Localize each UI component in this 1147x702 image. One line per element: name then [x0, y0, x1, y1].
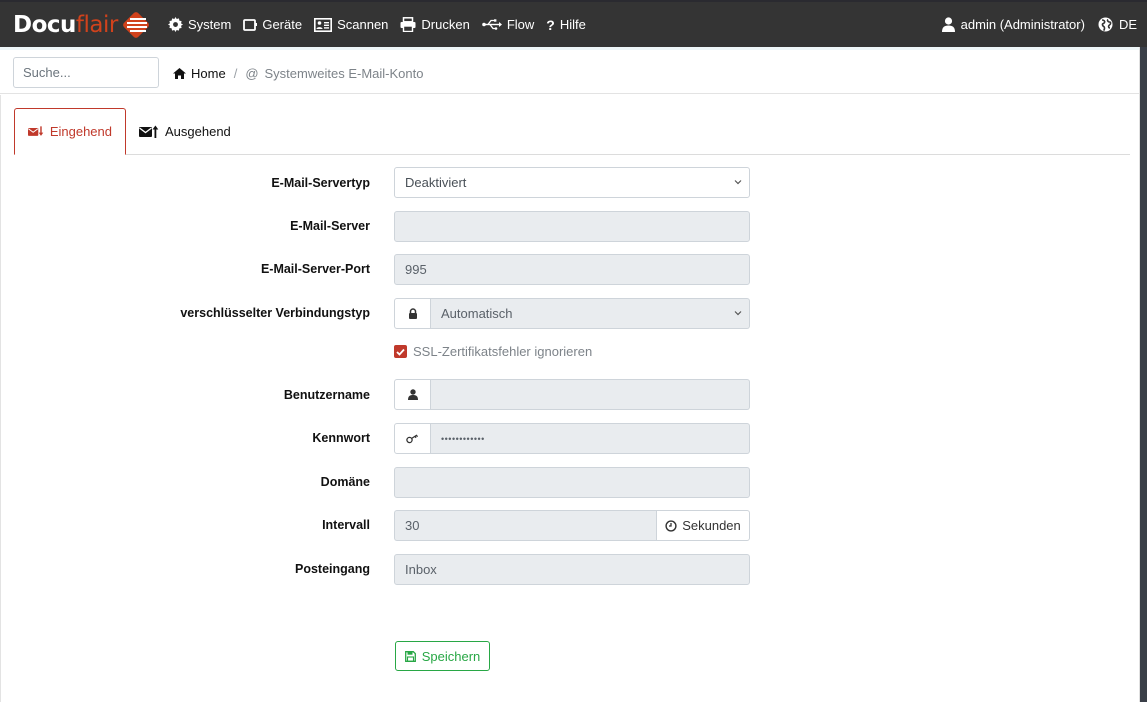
breadcrumb-home[interactable]: Home [173, 66, 226, 81]
nav-right: admin (Administrator) DE [941, 2, 1137, 47]
floppy-disk-icon [404, 650, 416, 662]
gear-icon [168, 17, 183, 32]
encryption-value: Automatisch [441, 306, 513, 321]
at-icon: @ [245, 66, 259, 81]
password-input[interactable]: •••••••••••• [431, 423, 750, 454]
logo-text-docu: Docu [13, 12, 76, 38]
user-icon [941, 17, 955, 32]
tab-label: Ausgehend [165, 123, 231, 139]
server-type-value: Deaktiviert [405, 175, 467, 190]
language-code: DE [1118, 17, 1137, 32]
nav-item-flow[interactable]: Flow [482, 17, 534, 32]
server-type-select[interactable]: Deaktiviert [394, 167, 750, 198]
inbox-label: Posteingang [294, 562, 370, 576]
device-icon [243, 18, 258, 31]
nav-item-scannen[interactable]: Scannen [314, 17, 388, 32]
ignore-ssl-checkbox[interactable]: SSL-Zertifikatsfehler ignorieren [394, 344, 592, 359]
nav-item-label: System [188, 17, 232, 32]
interval-unit: Sekunden [682, 518, 741, 533]
breadcrumb-current: @ Systemweites E-Mail-Konto [245, 66, 423, 81]
main-menu: System Geräte Scannen Drucken Flow ? Hil… [168, 2, 598, 47]
top-navbar: Docu flair System Geräte Scannen Drucken… [0, 0, 1147, 47]
password-addon [394, 423, 431, 454]
checkbox-checked-icon[interactable] [394, 345, 407, 358]
usb-icon [482, 19, 502, 30]
username-group [394, 379, 750, 410]
encryption-select[interactable]: Automatisch [431, 298, 750, 329]
clock-icon [665, 519, 677, 532]
server-type-label: E-Mail-Servertyp [271, 176, 370, 190]
username-input[interactable] [431, 379, 750, 410]
tab-ausgehend[interactable]: Ausgehend [126, 108, 244, 154]
save-button[interactable]: Speichern [395, 641, 490, 671]
nav-item-label: Flow [506, 17, 535, 32]
chevron-down-icon [734, 180, 742, 185]
domain-label: Domäne [320, 475, 370, 489]
interval-group: 30 Sekunden [394, 510, 750, 541]
search-breadcrumb-bar: Home / @ Systemweites E-Mail-Konto [0, 50, 1140, 94]
breadcrumb-separator: / [233, 66, 238, 81]
port-input[interactable]: 995 [394, 254, 750, 285]
domain-input[interactable] [394, 467, 750, 498]
tab-eingehend[interactable]: Eingehend [14, 108, 126, 155]
username-addon [394, 379, 431, 410]
logo-text-flair: flair [75, 12, 118, 38]
port-value: 995 [405, 262, 427, 277]
envelope-outgoing-icon [139, 125, 159, 138]
nav-item-geraete[interactable]: Geräte [243, 17, 302, 32]
tab-bar: Eingehend Ausgehend [14, 108, 1130, 155]
tab-label: Eingehend [49, 124, 112, 139]
nav-item-label: Hilfe [559, 17, 586, 32]
inbox-value: Inbox [405, 562, 437, 577]
server-label: E-Mail-Server [290, 219, 370, 233]
docuflair-logo[interactable]: Docu flair [13, 9, 151, 41]
lock-icon [408, 308, 417, 319]
home-icon [173, 68, 186, 79]
nav-item-drucken[interactable]: Drucken [400, 17, 470, 32]
question-icon: ? [546, 16, 555, 33]
key-icon [406, 433, 419, 443]
encryption-label: verschlüsselter Verbindungstyp [180, 306, 370, 320]
printer-icon [400, 17, 416, 32]
search-input[interactable] [13, 57, 159, 88]
username-label: Benutzername [283, 388, 370, 402]
password-value: •••••••••••• [441, 433, 485, 444]
nav-item-label: Geräte [262, 17, 303, 32]
content-border [0, 95, 1, 702]
vertical-scrollbar[interactable] [1140, 47, 1147, 702]
nav-item-label: Drucken [421, 17, 470, 32]
nav-item-system[interactable]: System [168, 17, 231, 32]
encryption-addon [394, 298, 431, 329]
language-selector[interactable]: DE [1098, 17, 1137, 32]
breadcrumb: Home / @ Systemweites E-Mail-Konto [173, 66, 423, 81]
interval-unit-addon: Sekunden [656, 510, 750, 541]
save-label: Speichern [421, 648, 481, 664]
chevron-down-icon [734, 311, 742, 316]
interval-label: Intervall [322, 518, 370, 532]
interval-value: 30 [405, 518, 420, 533]
encryption-group: Automatisch [394, 298, 750, 329]
server-input[interactable] [394, 211, 750, 242]
password-label: Kennwort [312, 431, 370, 445]
breadcrumb-current-label: Systemweites E-Mail-Konto [264, 66, 424, 81]
globe-icon [1098, 17, 1113, 32]
nav-item-hilfe[interactable]: ? Hilfe [546, 17, 586, 33]
interval-input[interactable]: 30 [394, 510, 656, 541]
envelope-incoming-icon [28, 126, 44, 136]
id-card-icon [314, 17, 333, 32]
password-group: •••••••••••• [394, 423, 750, 454]
nav-item-label: Scannen [337, 17, 389, 32]
port-label: E-Mail-Server-Port [260, 262, 370, 276]
user-menu[interactable]: admin (Administrator) [941, 17, 1085, 32]
logo-mark-icon [121, 10, 151, 40]
breadcrumb-home-label: Home [191, 66, 226, 81]
ignore-ssl-label: SSL-Zertifikatsfehler ignorieren [413, 344, 593, 359]
inbox-input[interactable]: Inbox [394, 554, 750, 585]
user-name: admin (Administrator) [960, 17, 1085, 32]
user-icon [407, 389, 418, 400]
